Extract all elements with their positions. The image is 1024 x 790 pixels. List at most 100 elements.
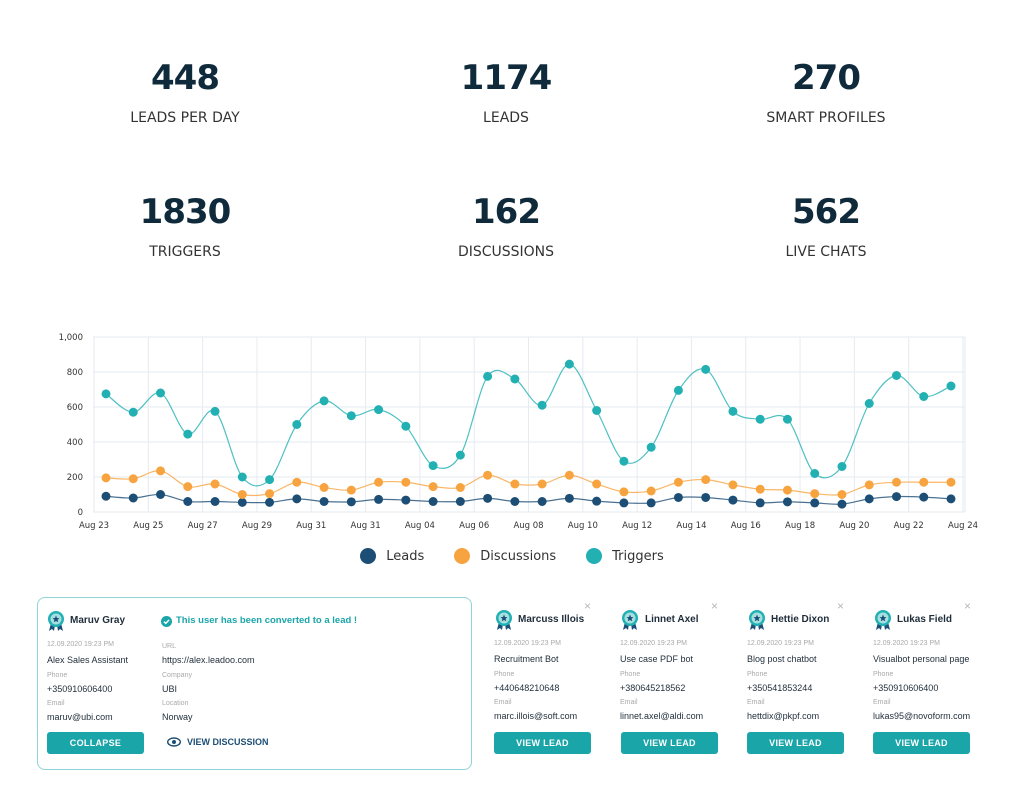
data-point-triggers (401, 421, 411, 431)
url-label: URL (162, 643, 177, 650)
data-point-leads (265, 497, 275, 507)
data-point-leads (946, 494, 956, 504)
data-point-discussions (128, 474, 138, 484)
url-value[interactable]: https://alex.leadoo.com (162, 655, 255, 665)
data-point-leads (156, 490, 166, 499)
phone-label: Phone (747, 671, 768, 678)
x-tick-label: Aug 27 (188, 521, 218, 531)
close-icon[interactable]: × (711, 599, 718, 613)
expanded-lead-card: Maruv Gray This user has been converted … (37, 597, 472, 770)
phone-value: +350910606400 (47, 684, 113, 694)
lead-name: Maruv Gray (70, 615, 126, 626)
bot-name: Use case PDF bot (620, 654, 694, 664)
data-point-discussions (837, 490, 847, 499)
data-point-triggers (891, 371, 901, 380)
email-value: hettdix@pkpf.com (747, 711, 820, 721)
stat-triggers: 1830 TRIGGERS (65, 192, 305, 260)
legend-marker-leads (360, 548, 377, 564)
data-point-discussions (319, 483, 329, 492)
lead-card: × Marcuss Illois 12.09.2020 19:23 PM Rec… (494, 597, 612, 770)
data-point-discussions (237, 490, 247, 499)
data-point-triggers (237, 472, 247, 482)
data-point-discussions (728, 480, 738, 490)
bot-name: Blog post chatbot (747, 654, 817, 664)
view-lead-button[interactable]: VIEW LEAD (494, 732, 591, 754)
timestamp: 12.09.2020 19:23 PM (747, 640, 814, 647)
data-point-discussions (210, 479, 220, 489)
data-point-leads (728, 495, 738, 505)
view-discussion-label: VIEW DISCUSSION (187, 737, 269, 747)
data-point-triggers (510, 374, 520, 384)
award-badge-icon (749, 610, 765, 630)
x-tick-label: Aug 18 (785, 521, 815, 531)
view-lead-button[interactable]: VIEW LEAD (873, 732, 970, 754)
data-point-leads (292, 494, 302, 504)
company-label: Company (162, 672, 192, 679)
email-label: Email (494, 699, 512, 706)
data-point-triggers (156, 388, 166, 398)
email-value: marc.illois@soft.com (494, 711, 578, 721)
data-point-leads (537, 497, 547, 506)
data-point-triggers (592, 406, 602, 415)
data-point-discussions (755, 484, 765, 494)
x-tick-label: Aug 31 (351, 521, 381, 531)
phone-value: +380645218562 (620, 683, 686, 693)
data-point-triggers (673, 385, 683, 395)
data-point-discussions (919, 477, 929, 487)
lead-name: Marcuss Illois (518, 614, 585, 625)
data-point-discussions (510, 479, 520, 489)
legend-item-discussions[interactable]: Discussions (454, 548, 556, 564)
data-point-triggers (183, 429, 193, 439)
timestamp: 12.09.2020 19:23 PM (620, 640, 687, 647)
view-lead-button[interactable]: VIEW LEAD (747, 732, 844, 754)
email-value: maruv@ubi.com (47, 712, 113, 722)
email-label: Email (747, 699, 765, 706)
collapse-button[interactable]: COLLAPSE (47, 732, 144, 754)
data-point-leads (864, 494, 874, 504)
data-point-leads (837, 499, 847, 509)
data-point-discussions (428, 482, 438, 492)
close-icon[interactable]: × (584, 599, 591, 613)
data-point-leads (210, 497, 220, 506)
data-point-leads (755, 498, 765, 508)
x-tick-label: Aug 23 (79, 521, 109, 531)
data-point-leads (101, 491, 111, 501)
x-tick-label: Aug 06 (459, 521, 489, 531)
data-point-triggers (864, 399, 874, 408)
data-point-leads (592, 496, 602, 506)
data-point-discussions (455, 483, 465, 492)
data-point-leads (183, 497, 193, 506)
stat-value: 1174 (460, 58, 553, 98)
lead-card: × Lukas Field 12.09.2020 19:23 PM Visual… (873, 597, 991, 770)
award-badge-icon (622, 610, 638, 630)
data-point-leads (646, 498, 656, 508)
view-lead-button[interactable]: VIEW LEAD (621, 732, 718, 754)
legend-item-leads[interactable]: Leads (360, 548, 424, 564)
data-point-discussions (673, 477, 683, 487)
legend-item-triggers[interactable]: Triggers (586, 548, 664, 564)
data-point-discussions (619, 487, 629, 497)
data-point-discussions (101, 473, 111, 483)
data-point-discussions (346, 485, 356, 495)
data-point-leads (891, 492, 901, 502)
data-point-triggers (101, 389, 111, 399)
data-point-triggers (564, 359, 574, 369)
close-icon[interactable]: × (837, 599, 844, 613)
timestamp: 12.09.2020 19:23 PM (494, 640, 561, 647)
data-point-leads (237, 497, 247, 507)
data-point-leads (401, 495, 411, 505)
data-point-triggers (646, 442, 656, 452)
stat-value: 162 (472, 192, 541, 232)
data-point-triggers (728, 406, 738, 416)
y-tick-label: 1,000 (59, 333, 83, 343)
y-tick-label: 800 (67, 368, 83, 378)
phone-value: +440648210648 (494, 683, 560, 693)
view-discussion-link[interactable]: VIEW DISCUSSION (167, 737, 269, 747)
data-point-triggers (837, 462, 847, 471)
data-point-triggers (537, 400, 547, 410)
data-point-triggers (265, 475, 275, 485)
company-value: UBI (162, 684, 178, 694)
close-icon[interactable]: × (964, 599, 971, 613)
phone-value: +350541853244 (747, 683, 813, 693)
phone-label: Phone (47, 672, 68, 679)
